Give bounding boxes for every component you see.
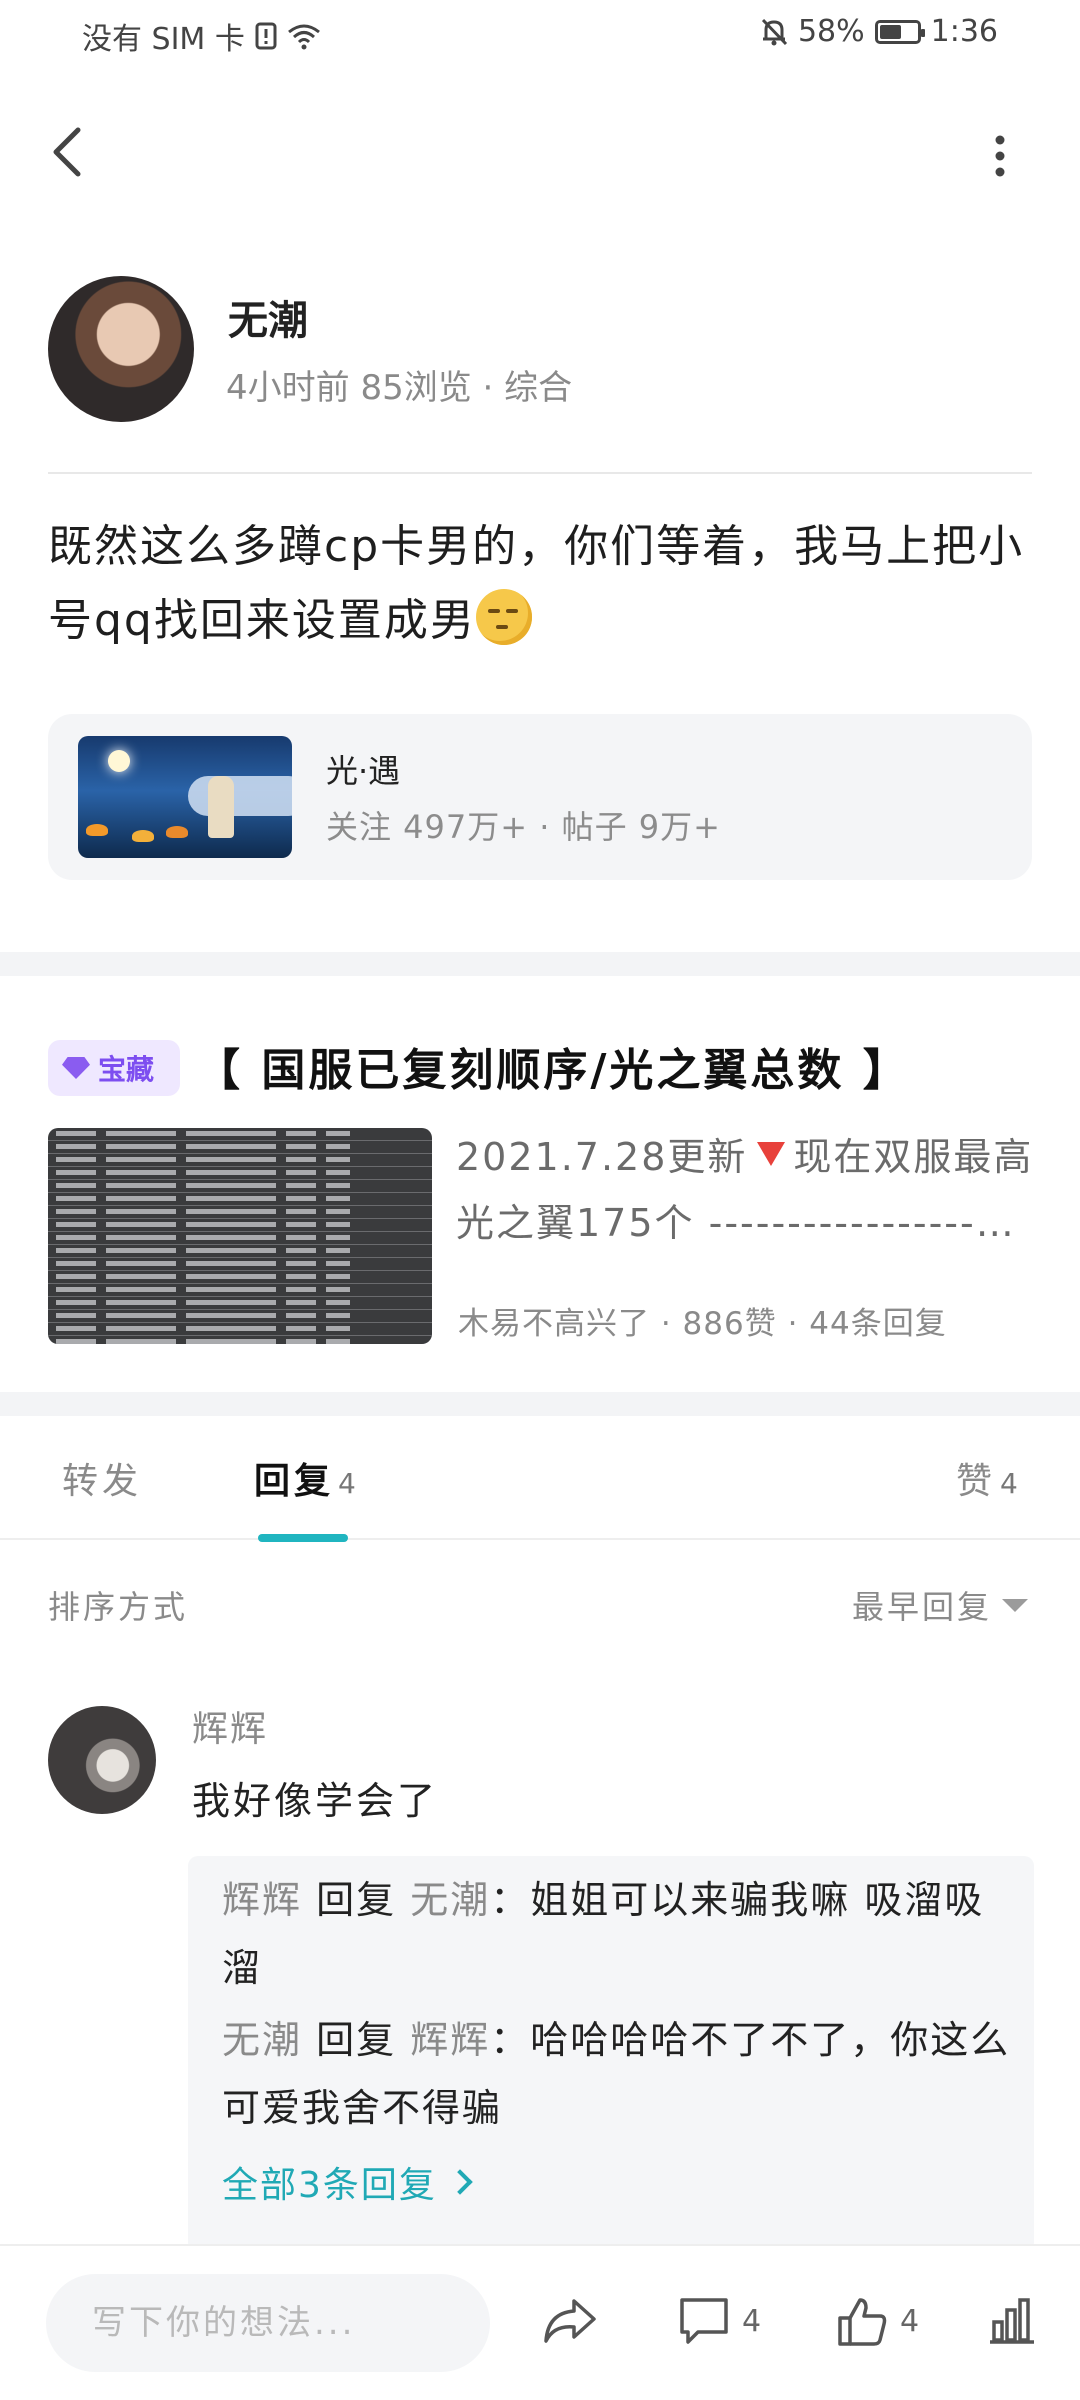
sim-alert-icon: [255, 22, 277, 50]
author-name[interactable]: 无潮: [228, 288, 308, 346]
carrier-text: 没有 SIM 卡: [82, 22, 245, 57]
status-left: 没有 SIM 卡: [82, 14, 321, 58]
forum-stats: 关注 497万+ · 帖子 9万+: [326, 808, 721, 846]
forum-card[interactable]: 光·遇 关注 497万+ · 帖子 9万+: [48, 714, 1032, 880]
tab-divider: [0, 1538, 1080, 1540]
reply-to: 无潮: [410, 1878, 491, 1922]
battery-percent: 58%: [797, 14, 865, 49]
forum-name: 光·遇: [326, 752, 401, 790]
thumbs-up-icon: [838, 2298, 887, 2346]
tab-forward[interactable]: 转发: [62, 1452, 142, 1504]
wifi-icon: [287, 24, 320, 50]
red-triangle-icon: [757, 1142, 786, 1166]
smirk-emoji-icon: [475, 589, 532, 645]
stats-button[interactable]: [986, 2290, 1036, 2352]
section-gap: [0, 952, 1080, 976]
all-replies-link[interactable]: 全部3条回复: [222, 2156, 473, 2208]
mute-bell-icon: [761, 18, 788, 45]
reply-to: 辉辉: [410, 2018, 491, 2062]
back-arrow-icon[interactable]: [44, 122, 94, 182]
chevron-right-icon: [447, 2169, 473, 2195]
author-avatar[interactable]: [48, 276, 194, 422]
bar-chart-icon: [990, 2298, 1034, 2344]
comment-icon: [680, 2298, 728, 2344]
reply-from: 无潮: [222, 2018, 303, 2062]
post-text: 既然这么多蹲cp卡男的，你们等着，我马上把小号qq找回来设置成男: [48, 521, 1025, 646]
snippet-line2: 光之翼175个 ------------------ 复刻 ...: [456, 1201, 1026, 1245]
bottom-divider: [0, 2244, 1080, 2246]
tab-count: 4: [1000, 1467, 1018, 1500]
status-bar: 没有 SIM 卡 58% 1:36: [0, 0, 1080, 70]
section-gap: [0, 1392, 1080, 1416]
sort-value: 最早回复: [852, 1588, 993, 1626]
comment-text: 我好像学会了: [192, 1779, 439, 1823]
snippet-date: 2021.7.28更新: [456, 1135, 748, 1179]
featured-thread-snippet[interactable]: 2021.7.28更新 现在双服最高 光之翼175个 --------------…: [456, 1124, 1036, 1256]
divider: [48, 472, 1032, 474]
commenter-avatar[interactable]: [48, 1706, 156, 1814]
tab-likes[interactable]: 赞4: [956, 1452, 1018, 1504]
status-right: 58% 1:36: [760, 14, 998, 49]
reply-from: 辉辉: [222, 1878, 303, 1922]
featured-thread-title[interactable]: 【 国服已复刻顺序/光之翼总数 】: [196, 1034, 910, 1098]
tab-label: 转发: [62, 1461, 143, 1502]
comment-count: 4: [742, 2303, 762, 2339]
share-icon: [544, 2299, 596, 2343]
caret-down-icon: [1002, 1598, 1029, 1612]
more-options-icon[interactable]: [978, 130, 1022, 190]
reply-word: 回复: [316, 2018, 397, 2062]
clock: 1:36: [930, 14, 998, 49]
tab-indicator: [258, 1534, 348, 1542]
featured-thread-meta: 木易不高兴了 · 886赞 · 44条回复: [458, 1306, 947, 1342]
comment-input[interactable]: [46, 2274, 490, 2372]
comment-button[interactable]: 4: [676, 2290, 761, 2352]
comment-input-field[interactable]: [46, 2274, 490, 2372]
like-count: 4: [900, 2303, 920, 2339]
treasure-badge: 宝藏: [48, 1040, 180, 1096]
sort-dropdown[interactable]: 最早回复: [852, 1582, 1029, 1628]
share-button[interactable]: [540, 2290, 600, 2352]
reply-thread: 辉辉 回复 无潮：姐姐可以来骗我嘛 吸溜吸溜 无潮 回复 辉辉：哈哈哈哈不了不了…: [188, 1856, 1034, 2252]
tab-label: 回复: [254, 1461, 335, 1502]
like-button[interactable]: 4: [834, 2290, 919, 2352]
diamond-icon: [62, 1057, 90, 1079]
tab-count: 4: [338, 1467, 356, 1500]
all-replies-label: 全部3条回复: [222, 2165, 437, 2206]
post-content: 既然这么多蹲cp卡男的，你们等着，我马上把小号qq找回来设置成男: [48, 510, 1038, 658]
battery-icon: [874, 19, 925, 44]
badge-label: 宝藏: [98, 1053, 155, 1086]
sort-label: 排序方式: [48, 1588, 189, 1626]
snippet-text: 现在双服最高: [793, 1135, 1034, 1179]
featured-thread-thumbnail[interactable]: [48, 1128, 432, 1344]
forum-thumbnail: [78, 736, 292, 858]
reply-item[interactable]: 辉辉 回复 无潮：姐姐可以来骗我嘛 吸溜吸溜: [222, 1866, 1012, 2002]
reply-word: 回复: [316, 1878, 397, 1922]
tab-replies[interactable]: 回复 4: [254, 1452, 356, 1504]
post-meta: 4小时前 85浏览 · 综合: [226, 368, 573, 408]
tab-label: 赞: [956, 1461, 997, 1502]
commenter-name[interactable]: 辉辉: [192, 1700, 268, 1752]
reply-item[interactable]: 无潮 回复 辉辉：哈哈哈哈不了不了，你这么可爱我舍不得骗: [222, 2006, 1012, 2142]
